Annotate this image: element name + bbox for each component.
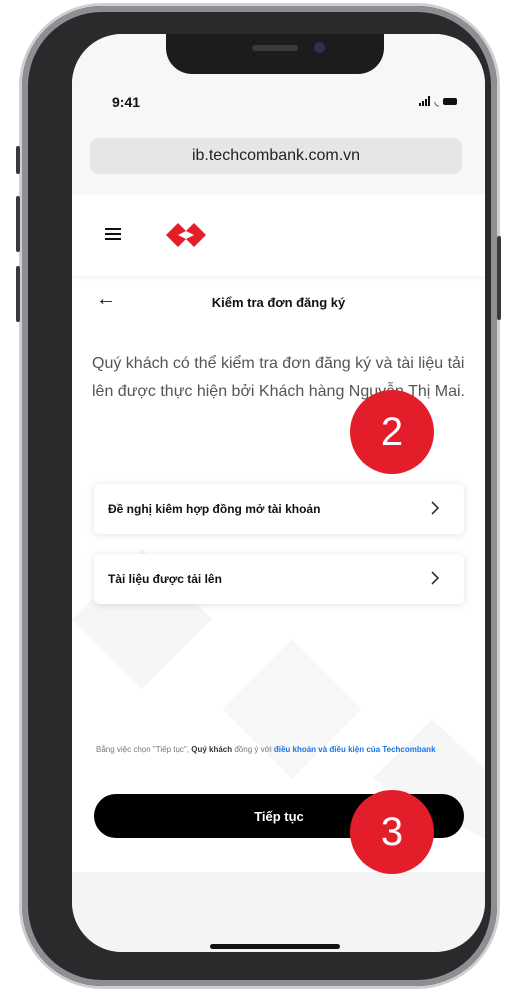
battery-icon bbox=[443, 97, 457, 105]
page-title: Kiểm tra đơn đăng ký bbox=[211, 295, 346, 310]
menu-icon[interactable] bbox=[105, 228, 121, 240]
wifi-icon: ◟ bbox=[434, 94, 439, 108]
app-header bbox=[72, 194, 485, 276]
side-button-right bbox=[497, 236, 501, 320]
chevron-right-icon bbox=[431, 571, 440, 585]
techcombank-logo[interactable] bbox=[164, 220, 208, 250]
side-button-left-1 bbox=[16, 146, 20, 174]
side-button-left-3 bbox=[16, 266, 20, 322]
terms-bold: Quý khách bbox=[191, 745, 233, 754]
side-button-left-2 bbox=[16, 196, 20, 252]
speaker bbox=[252, 45, 298, 51]
list-item-uploaded-documents[interactable]: Tài liệu được tải lên bbox=[94, 554, 464, 604]
terms-text: Bằng việc chọn "Tiếp tục", Quý khách đồn… bbox=[96, 744, 466, 756]
home-indicator bbox=[210, 944, 340, 949]
page-nav: ← Kiểm tra đơn đăng ký bbox=[72, 284, 485, 324]
chevron-right-icon bbox=[431, 501, 440, 515]
status-time: 9:41 bbox=[112, 94, 141, 110]
address-bar[interactable]: ib.techcombank.com.vn bbox=[90, 138, 462, 174]
notch bbox=[166, 34, 384, 74]
terms-prefix: Bằng việc chọn "Tiếp tục", bbox=[96, 745, 192, 754]
list-item-label: Đề nghị kiêm hợp đồng mở tài khoản bbox=[108, 502, 321, 516]
callout-step-2: 2 bbox=[350, 390, 434, 474]
callout-step-3: 3 bbox=[350, 790, 434, 874]
list-item-account-agreement[interactable]: Đề nghị kiêm hợp đồng mở tài khoản bbox=[94, 484, 464, 534]
list-item-label: Tài liệu được tải lên bbox=[108, 572, 222, 586]
terms-middle: đồng ý với bbox=[232, 745, 274, 754]
terms-link[interactable]: điều khoản và điều kiện của Techcombank bbox=[274, 745, 436, 754]
signal-icon bbox=[419, 96, 431, 106]
camera bbox=[314, 42, 325, 53]
status-icons: ◟ bbox=[419, 94, 457, 108]
bottom-area bbox=[72, 872, 485, 952]
